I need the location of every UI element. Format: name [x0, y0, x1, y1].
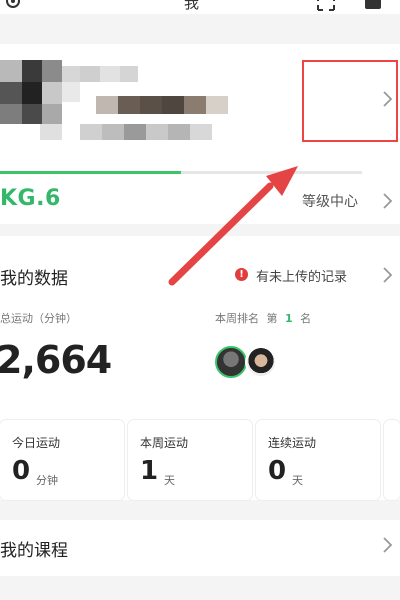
annotation-arrow [168, 166, 298, 286]
